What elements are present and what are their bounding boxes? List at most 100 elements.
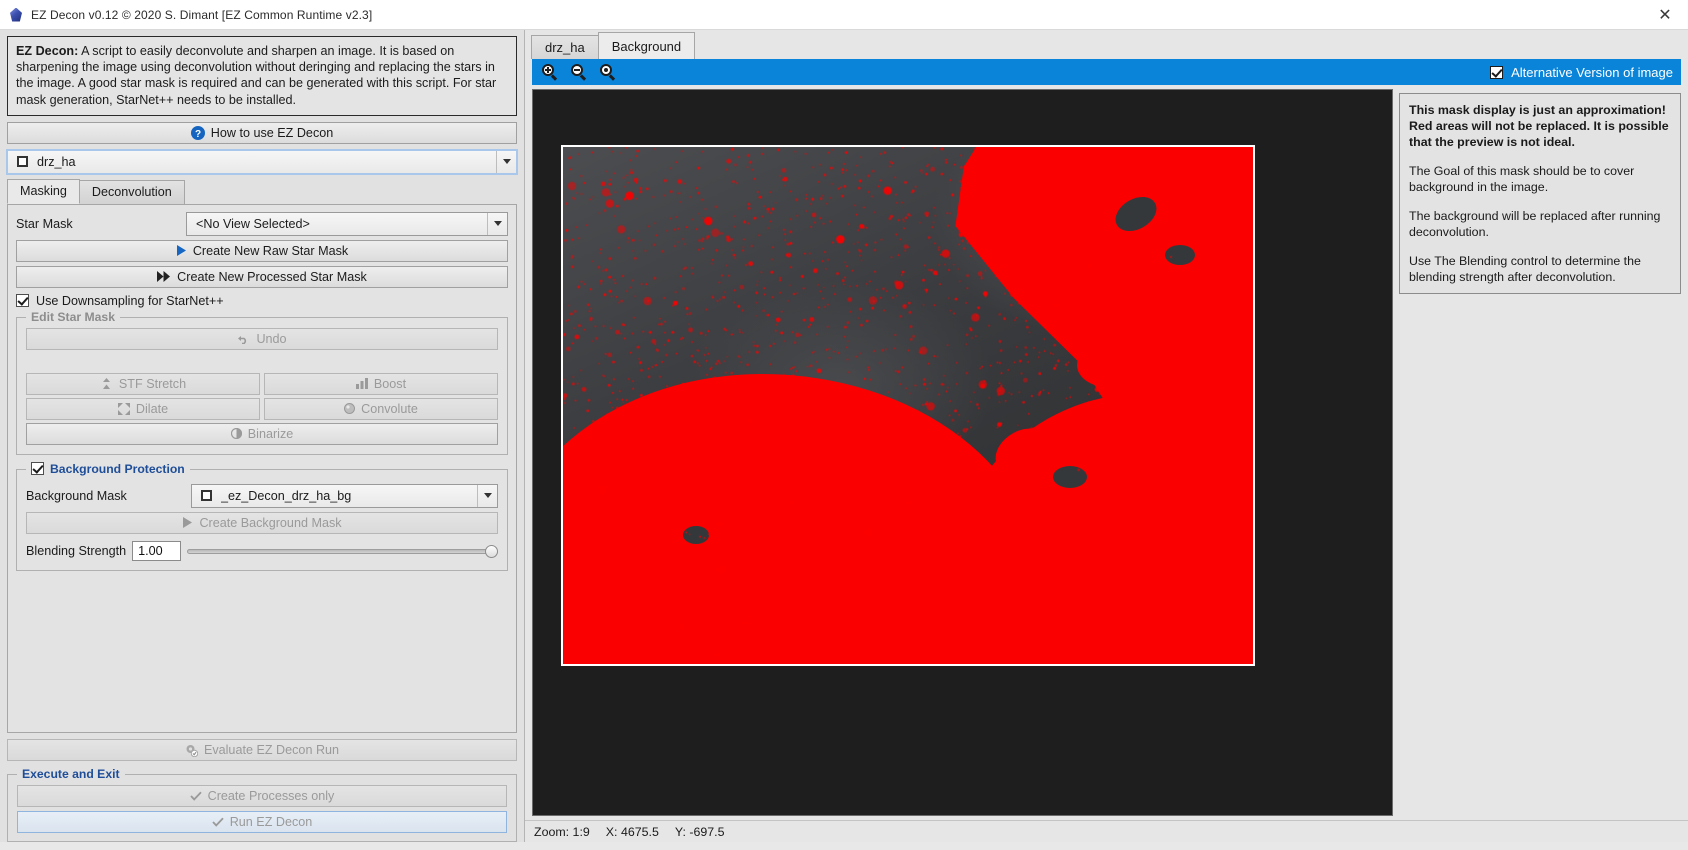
tab-drz-ha[interactable]: drz_ha: [531, 35, 599, 59]
stf-stretch-button[interactable]: STF Stretch: [26, 372, 260, 395]
use-downsampling-checkbox[interactable]: [16, 294, 29, 308]
edit-star-mask-title: Edit Star Mask: [26, 309, 120, 324]
chevron-down-icon[interactable]: [496, 150, 516, 173]
alternative-version-label: Alternative Version of image: [1511, 64, 1673, 80]
view-window-icon: [17, 156, 28, 168]
blending-strength-input[interactable]: 1.00: [132, 540, 182, 561]
panel-spacer: [16, 571, 508, 724]
slider-knob[interactable]: [485, 544, 498, 558]
blending-strength-label: Blending Strength: [26, 543, 127, 558]
background-mask-row: Background Mask _ez_Decon_drz_ha_bg: [26, 483, 498, 508]
viewer-statusbar: Zoom: 1:9 X: 4675.5 Y: -697.5: [525, 820, 1688, 842]
description-lead: EZ Decon:: [16, 44, 79, 58]
tab-masking[interactable]: Masking: [7, 178, 80, 204]
description-body: A script to easily deconvolute and sharp…: [16, 44, 497, 107]
create-raw-star-mask-button[interactable]: Create New Raw Star Mask: [16, 239, 508, 262]
edit-star-mask-group: Edit Star Mask Undo STF Stretch Boost Di…: [16, 309, 508, 455]
status-x: X: 4675.5: [605, 824, 659, 839]
create-processes-only-button[interactable]: Create Processes only: [17, 785, 507, 807]
star-mask-value: <No View Selected>: [196, 216, 310, 231]
stretch-icon: [100, 378, 113, 390]
create-raw-star-mask-label: Create New Raw Star Mask: [192, 243, 349, 258]
svg-text:?: ?: [195, 129, 201, 140]
create-processed-star-mask-label: Create New Processed Star Mask: [177, 269, 367, 284]
status-y: Y: -697.5: [674, 824, 725, 839]
undo-button[interactable]: Undo: [26, 327, 498, 350]
note-blending: Use The Blending control to determine th…: [1409, 254, 1641, 284]
undo-label: Undo: [256, 331, 287, 346]
bar-chart-icon: [355, 378, 368, 390]
tab-deconvolution[interactable]: Deconvolution: [78, 179, 185, 204]
tab-background[interactable]: Background: [597, 32, 696, 59]
create-background-mask-button[interactable]: Create Background Mask: [26, 511, 498, 534]
note-warning: This mask display is just an approximati…: [1409, 103, 1669, 149]
background-protection-group: Background Protection Background Mask _e…: [16, 461, 508, 571]
star-mask-combo[interactable]: <No View Selected>: [186, 211, 508, 236]
viewer-body: This mask display is just an approximati…: [525, 85, 1688, 816]
window-title: EZ Decon v0.12 © 2020 S. Dimant [EZ Comm…: [31, 7, 373, 22]
background-mask-combo[interactable]: _ez_Decon_drz_ha_bg: [191, 483, 498, 508]
background-protection-header[interactable]: Background Protection: [26, 461, 190, 476]
play-triangle-icon: [176, 245, 187, 257]
note-replace: The background will be replaced after ru…: [1409, 209, 1661, 239]
slider-track: [187, 548, 498, 554]
dilate-convolute-row: Dilate Convolute: [26, 397, 498, 420]
star-field-overlay: [563, 147, 1253, 664]
zoom-in-icon[interactable]: [542, 64, 558, 81]
status-zoom: Zoom: 1:9: [534, 824, 590, 839]
view-window-icon: [201, 490, 212, 502]
undo-arrow-icon: [237, 333, 250, 345]
right-viewer-panel: drz_ha Background Alternative Version of…: [525, 30, 1688, 842]
ez-decon-window: EZ Decon v0.12 © 2020 S. Dimant [EZ Comm…: [0, 0, 1688, 850]
expand-arrows-icon: [117, 402, 130, 415]
background-protection-title: Background Protection: [50, 461, 185, 476]
convolute-button[interactable]: Convolute: [264, 397, 498, 420]
zoom-out-icon[interactable]: [571, 64, 587, 81]
blending-strength-row: Blending Strength 1.00: [26, 540, 498, 561]
close-icon[interactable]: ✕: [1642, 0, 1688, 30]
masking-tab-panel: Star Mask <No View Selected> Create New …: [7, 204, 517, 733]
target-view-value: drz_ha: [37, 154, 76, 169]
stf-stretch-label: STF Stretch: [118, 376, 187, 391]
dilate-label: Dilate: [135, 401, 169, 416]
help-circle-icon: ?: [190, 125, 205, 140]
run-ez-decon-button[interactable]: Run EZ Decon: [17, 811, 507, 833]
use-downsampling-label: Use Downsampling for StarNet++: [36, 293, 224, 308]
background-protection-checkbox[interactable]: [31, 462, 44, 476]
run-ez-decon-label: Run EZ Decon: [229, 815, 313, 829]
gear-check-icon: [185, 744, 199, 757]
zoom-actual-icon[interactable]: [600, 64, 616, 81]
create-processes-only-label: Create Processes only: [207, 789, 335, 803]
alternative-version-checkbox[interactable]: [1490, 65, 1504, 79]
title-bar: EZ Decon v0.12 © 2020 S. Dimant [EZ Comm…: [0, 0, 1688, 30]
alternative-version-row[interactable]: Alternative Version of image: [1490, 65, 1673, 80]
chevron-down-icon[interactable]: [487, 212, 507, 235]
note-goal: The Goal of this mask should be to cover…: [1409, 164, 1635, 194]
viewer-toolbar: Alternative Version of image: [532, 59, 1681, 85]
star-mask-row: Star Mask <No View Selected>: [16, 211, 508, 236]
convolute-label: Convolute: [361, 401, 418, 416]
check-icon: [212, 817, 224, 827]
left-tabstrip: Masking Deconvolution: [7, 178, 517, 205]
create-background-mask-label: Create Background Mask: [199, 515, 342, 530]
dilate-button[interactable]: Dilate: [26, 397, 260, 420]
background-mask-label: Background Mask: [26, 488, 127, 503]
mask-preview-image: [561, 145, 1255, 666]
sphere-icon: [344, 403, 356, 415]
target-view-combo[interactable]: drz_ha: [6, 148, 518, 175]
half-circle-icon: [230, 428, 242, 440]
check-icon: [189, 791, 202, 801]
blending-strength-slider[interactable]: [187, 541, 498, 561]
create-processed-star-mask-button[interactable]: Create New Processed Star Mask: [16, 265, 508, 288]
boost-button[interactable]: Boost: [264, 372, 498, 395]
how-to-use-button[interactable]: ? How to use EZ Decon: [7, 121, 517, 144]
use-downsampling-row[interactable]: Use Downsampling for StarNet++: [16, 294, 508, 308]
evaluate-run-button[interactable]: Evaluate EZ Decon Run: [7, 739, 517, 761]
play-triangle-icon: [182, 517, 193, 529]
image-canvas[interactable]: [532, 89, 1393, 816]
left-control-panel: EZ Decon: A script to easily deconvolute…: [0, 30, 525, 842]
chevron-down-icon[interactable]: [477, 484, 497, 507]
binarize-label: Binarize: [247, 426, 294, 441]
binarize-button[interactable]: Binarize: [26, 422, 498, 445]
evaluate-run-label: Evaluate EZ Decon Run: [203, 743, 340, 757]
